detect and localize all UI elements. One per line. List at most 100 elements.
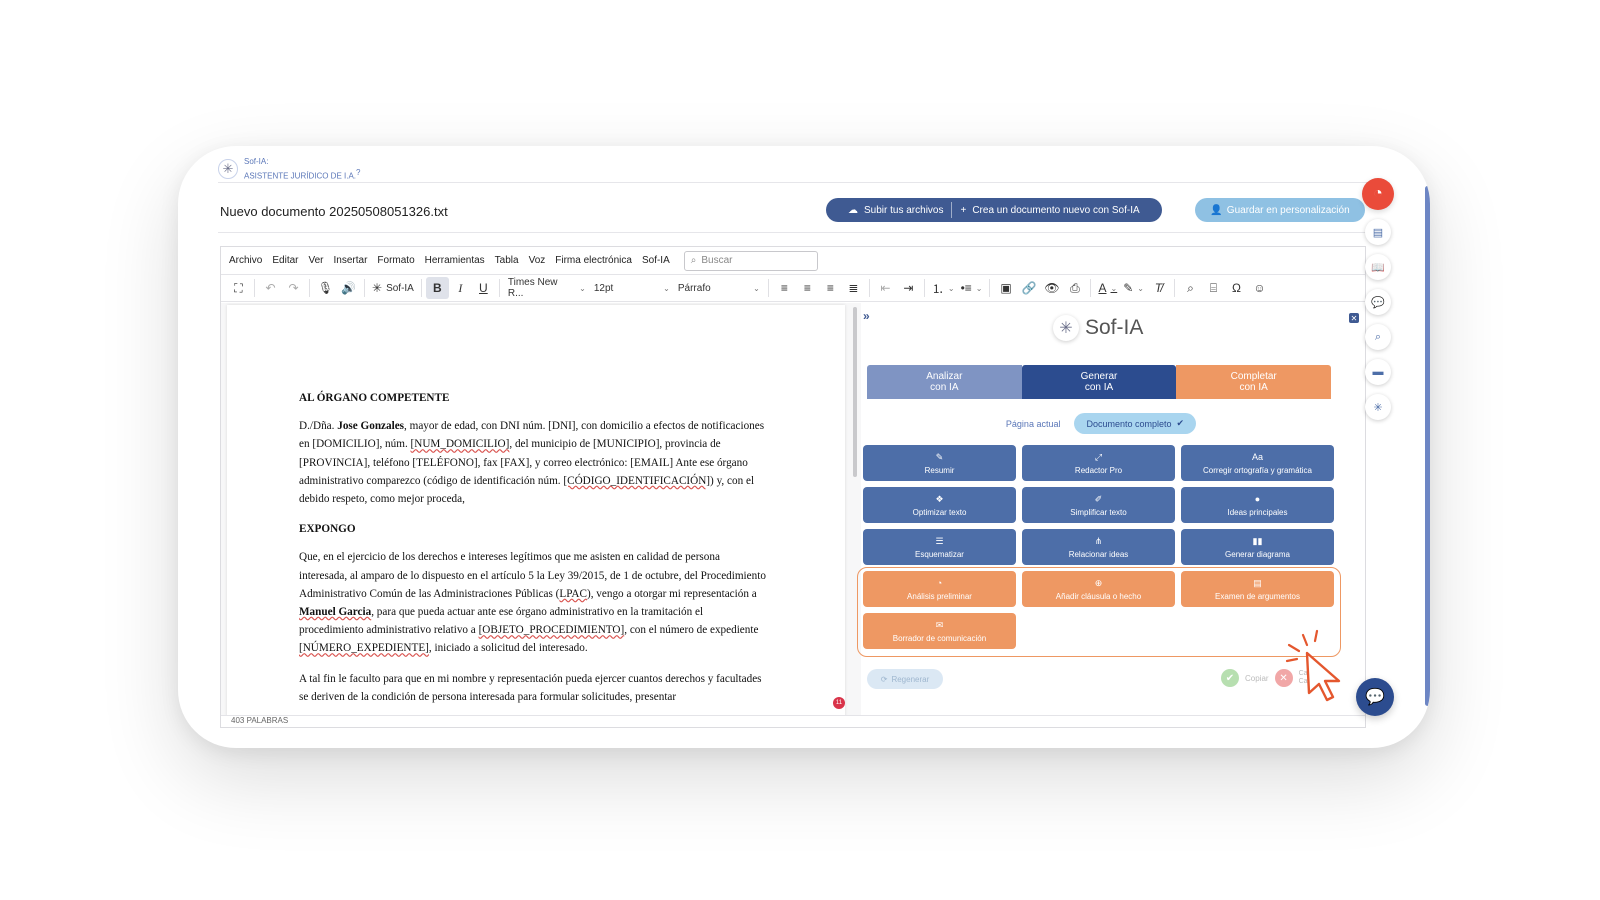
bold-icon[interactable]: B xyxy=(425,277,449,299)
scope-full-document[interactable]: Documento completo ✔ xyxy=(1074,413,1197,434)
action-anadir-clausula-button[interactable]: ⊕ Añadir cláusula o hecho xyxy=(1022,571,1175,607)
action-simplificar-button[interactable]: ✐ Simplificar texto xyxy=(1022,487,1175,523)
outdent-icon[interactable]: ⇤ xyxy=(874,277,897,299)
chat-fab-button[interactable]: 💬 xyxy=(1356,678,1394,716)
help-icon[interactable]: ? xyxy=(356,168,360,177)
font-size-value: 12pt xyxy=(593,282,614,294)
speaker-icon[interactable]: 🔊 xyxy=(337,277,360,299)
image-icon[interactable]: ▣ xyxy=(994,277,1017,299)
find-icon[interactable]: ⌕ xyxy=(1179,277,1202,299)
panel-logo: ✳ Sof-IA xyxy=(1053,315,1143,341)
regenerate-button[interactable]: ⟳ Regenerar xyxy=(867,669,943,689)
numbered-list-icon[interactable]: ⒈ ⌄ xyxy=(929,277,958,299)
menu-sofia[interactable]: Sof-IA xyxy=(642,255,670,266)
title-divider xyxy=(218,232,1366,233)
tab-analizar[interactable]: Analizar con IA xyxy=(867,365,1022,399)
align-left-icon[interactable]: ≡ xyxy=(773,277,796,299)
network-icon: ⋔ xyxy=(1094,536,1103,546)
brand-text: Sof-IA: ASISTENTE JURÍDICO DE I.A.? xyxy=(244,156,360,182)
block-format-select[interactable]: Párrafo ⌄ xyxy=(674,277,764,299)
action-label: Borrador de comunicación xyxy=(892,634,987,643)
italic-icon[interactable]: I xyxy=(449,277,472,299)
action-analisis-preliminar-button[interactable]: ◔ Análisis preliminar xyxy=(863,571,1016,607)
action-grid: ✎ Resumir ⤢ Redactor Pro Aa Corregir ortogr… xyxy=(863,445,1335,649)
menu-herramientas[interactable]: Herramientas xyxy=(425,255,485,266)
fullscreen-icon[interactable]: ⛶ xyxy=(227,277,250,299)
indent-icon[interactable]: ⇥ xyxy=(897,277,920,299)
action-esquematizar-button[interactable]: ☰ Esquematizar xyxy=(863,529,1016,565)
brand[interactable]: ✳ Sof-IA: ASISTENTE JURÍDICO DE I.A.? xyxy=(218,156,360,182)
align-center-icon[interactable]: ≡ xyxy=(796,277,819,299)
sofia-rail-icon[interactable]: ✳ xyxy=(1365,394,1391,420)
create-document-button[interactable]: + Crea un documento nuevo con Sof-IA xyxy=(952,205,1147,216)
menu-editar[interactable]: Editar xyxy=(272,255,298,266)
action-ideas-button[interactable]: ● Ideas principales xyxy=(1181,487,1334,523)
action-corregir-button[interactable]: Aa Corregir ortografía y gramática xyxy=(1181,445,1334,481)
user-menu-icon[interactable]: ◔ xyxy=(1362,178,1394,210)
font-size-select[interactable]: 12pt ⌄ xyxy=(590,277,674,299)
emoji-icon[interactable]: ☺ xyxy=(1248,277,1271,299)
news-icon[interactable]: ▤ xyxy=(1365,219,1391,245)
action-label: Añadir cláusula o hecho xyxy=(1055,592,1142,601)
menu-voz[interactable]: Voz xyxy=(529,255,546,266)
clear-format-icon[interactable]: T̸ xyxy=(1147,277,1170,299)
action-optimizar-button[interactable]: ❖ Optimizar texto xyxy=(863,487,1016,523)
notification-badge[interactable]: 11 xyxy=(833,697,845,709)
copy-check-icon[interactable]: ✔ xyxy=(1221,669,1239,687)
save-personalization-button[interactable]: 👤 Guardar en personalización xyxy=(1195,198,1365,222)
document-heading: EXPONGO xyxy=(299,523,356,536)
search-input[interactable]: ⌕ Buscar xyxy=(683,250,818,271)
placeholder-field: [NUM_DOMICILIO] xyxy=(410,438,510,451)
collapse-panel-icon[interactable]: » xyxy=(863,309,870,323)
copy-label[interactable]: Copiar xyxy=(1245,674,1269,683)
page-break-icon[interactable]: ⌸ xyxy=(1202,277,1225,299)
highlight-icon[interactable]: ✎ ⌄ xyxy=(1120,277,1147,299)
action-resumir-button[interactable]: ✎ Resumir xyxy=(863,445,1016,481)
menu-formato[interactable]: Formato xyxy=(377,255,414,266)
cloud-upload-icon: ☁ xyxy=(848,204,858,216)
menu-ver[interactable]: Ver xyxy=(308,255,323,266)
text-run: , iniciado a solicitud del interesado. xyxy=(428,642,588,655)
right-rail: ◔ ▤ 📖 💬 ⌕ ▬ ✳ xyxy=(1358,178,1398,420)
action-diagrama-button[interactable]: ▮▮ Generar diagrama xyxy=(1181,529,1334,565)
action-redactor-pro-button[interactable]: ⤢ Redactor Pro xyxy=(1022,445,1175,481)
toolbar-separator xyxy=(364,279,365,297)
underline-icon[interactable]: U xyxy=(472,277,495,299)
tab-completar[interactable]: Completar con IA xyxy=(1176,365,1332,399)
redo-icon[interactable]: ↷ xyxy=(282,277,305,299)
tab-generar[interactable]: Generar con IA xyxy=(1021,365,1177,399)
rich-text-editor: Archivo Editar Ver Insertar Formato Herr… xyxy=(220,246,1366,728)
action-borrador-comunicacion-button[interactable]: ✉ Borrador de comunicación xyxy=(863,613,1016,649)
tab-label: con IA xyxy=(1239,382,1268,393)
font-family-select[interactable]: Times New R... ⌄ xyxy=(504,277,590,299)
archive-icon[interactable]: ▬ xyxy=(1365,359,1391,385)
brand-line1: Sof-IA: xyxy=(244,157,269,166)
preview-icon[interactable]: 👁 xyxy=(1040,277,1063,299)
action-examen-argumentos-button[interactable]: ▤ Examen de argumentos xyxy=(1181,571,1334,607)
undo-icon[interactable]: ↶ xyxy=(259,277,282,299)
chat-bubble-icon[interactable]: 💬 xyxy=(1365,289,1391,315)
menu-tabla[interactable]: Tabla xyxy=(495,255,519,266)
align-right-icon[interactable]: ≡ xyxy=(819,277,842,299)
book-icon[interactable]: 📖 xyxy=(1365,254,1391,280)
search-doc-icon[interactable]: ⌕ xyxy=(1365,324,1391,350)
document-page[interactable]: AL ÓRGANO COMPETENTE D./Dña. Jose Gonzal… xyxy=(227,305,845,717)
bullet-list-icon[interactable]: •≡ ⌄ xyxy=(958,277,986,299)
microphone-icon[interactable]: 🎙 xyxy=(314,277,337,299)
align-justify-icon[interactable]: ≣ xyxy=(842,277,865,299)
scope-current-page[interactable]: Página actual xyxy=(1006,419,1061,429)
upload-files-button[interactable]: ☁ Subir tus archivos xyxy=(840,205,951,216)
action-relacionar-button[interactable]: ⋔ Relacionar ideas xyxy=(1022,529,1175,565)
header-button-group: ☁ Subir tus archivos + Crea un documento… xyxy=(826,198,1162,222)
special-char-icon[interactable]: Ω xyxy=(1225,277,1248,299)
print-icon[interactable]: ⎙ xyxy=(1063,277,1086,299)
link-icon[interactable]: 🔗 xyxy=(1017,277,1040,299)
menu-insertar[interactable]: Insertar xyxy=(334,255,368,266)
menu-firma-electronica[interactable]: Firma electrónica xyxy=(555,255,632,266)
menu-archivo[interactable]: Archivo xyxy=(229,255,262,266)
editor-scrollbar[interactable] xyxy=(853,307,857,477)
panel-title: Sof-IA xyxy=(1085,316,1144,339)
sofia-toolbar-button[interactable]: ✳ Sof-IA xyxy=(369,277,417,299)
text-color-icon[interactable]: A ⌄ xyxy=(1095,277,1120,299)
document-content[interactable]: AL ÓRGANO COMPETENTE D./Dña. Jose Gonzal… xyxy=(299,389,769,717)
